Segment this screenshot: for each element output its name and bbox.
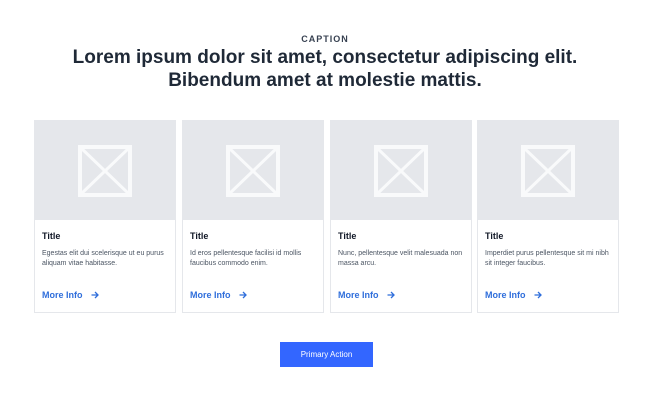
card: Title Egestas elit dui scelerisque ut eu…	[34, 120, 176, 313]
card-description: Imperdiet purus pellentesque sit mi nibh…	[485, 250, 609, 267]
card-description: Egestas elit dui scelerisque ut eu purus…	[42, 250, 164, 267]
more-info-label: More Info	[338, 290, 379, 300]
card-image	[183, 121, 323, 220]
caption: CAPTION	[301, 34, 349, 44]
more-info-label: More Info	[485, 290, 526, 300]
card-image	[331, 121, 471, 220]
headline-line-2: Bibendum amet at molestie mattis.	[168, 70, 482, 91]
arrow-right-icon	[91, 291, 99, 299]
card-description: Nunc, pellentesque velit malesuada non m…	[338, 250, 463, 267]
more-info-link[interactable]: More Info	[42, 290, 99, 300]
more-info-link[interactable]: More Info	[190, 290, 247, 300]
more-info-label: More Info	[190, 290, 231, 300]
card: Title Nunc, pellentesque velit malesuada…	[330, 120, 472, 313]
card-title: Title	[190, 231, 209, 241]
headline-line-1: Lorem ipsum dolor sit amet, consectetur …	[72, 47, 578, 68]
primary-action-button[interactable]: Primary Action	[280, 342, 373, 367]
more-info-label: More Info	[42, 290, 83, 300]
arrow-right-icon	[239, 291, 247, 299]
image-placeholder-icon	[521, 144, 575, 197]
more-info-link[interactable]: More Info	[485, 290, 542, 300]
card-title: Title	[42, 231, 61, 241]
card-grid: Title Egestas elit dui scelerisque ut eu…	[34, 120, 619, 313]
image-placeholder-icon	[374, 144, 428, 197]
card-image	[478, 121, 618, 220]
card-image	[35, 121, 175, 220]
arrow-right-icon	[534, 291, 542, 299]
image-placeholder-icon	[78, 144, 132, 197]
card-title: Title	[485, 231, 504, 241]
more-info-link[interactable]: More Info	[338, 290, 395, 300]
arrow-right-icon	[387, 291, 395, 299]
page-headline: Lorem ipsum dolor sit amet, consectetur …	[0, 46, 650, 92]
card-title: Title	[338, 231, 357, 241]
card: Title Id eros pellentesque facilisi id m…	[182, 120, 324, 313]
card-description: Id eros pellentesque facilisi id mollis …	[190, 250, 302, 267]
image-placeholder-icon	[226, 144, 280, 197]
card: Title Imperdiet purus pellentesque sit m…	[477, 120, 619, 313]
